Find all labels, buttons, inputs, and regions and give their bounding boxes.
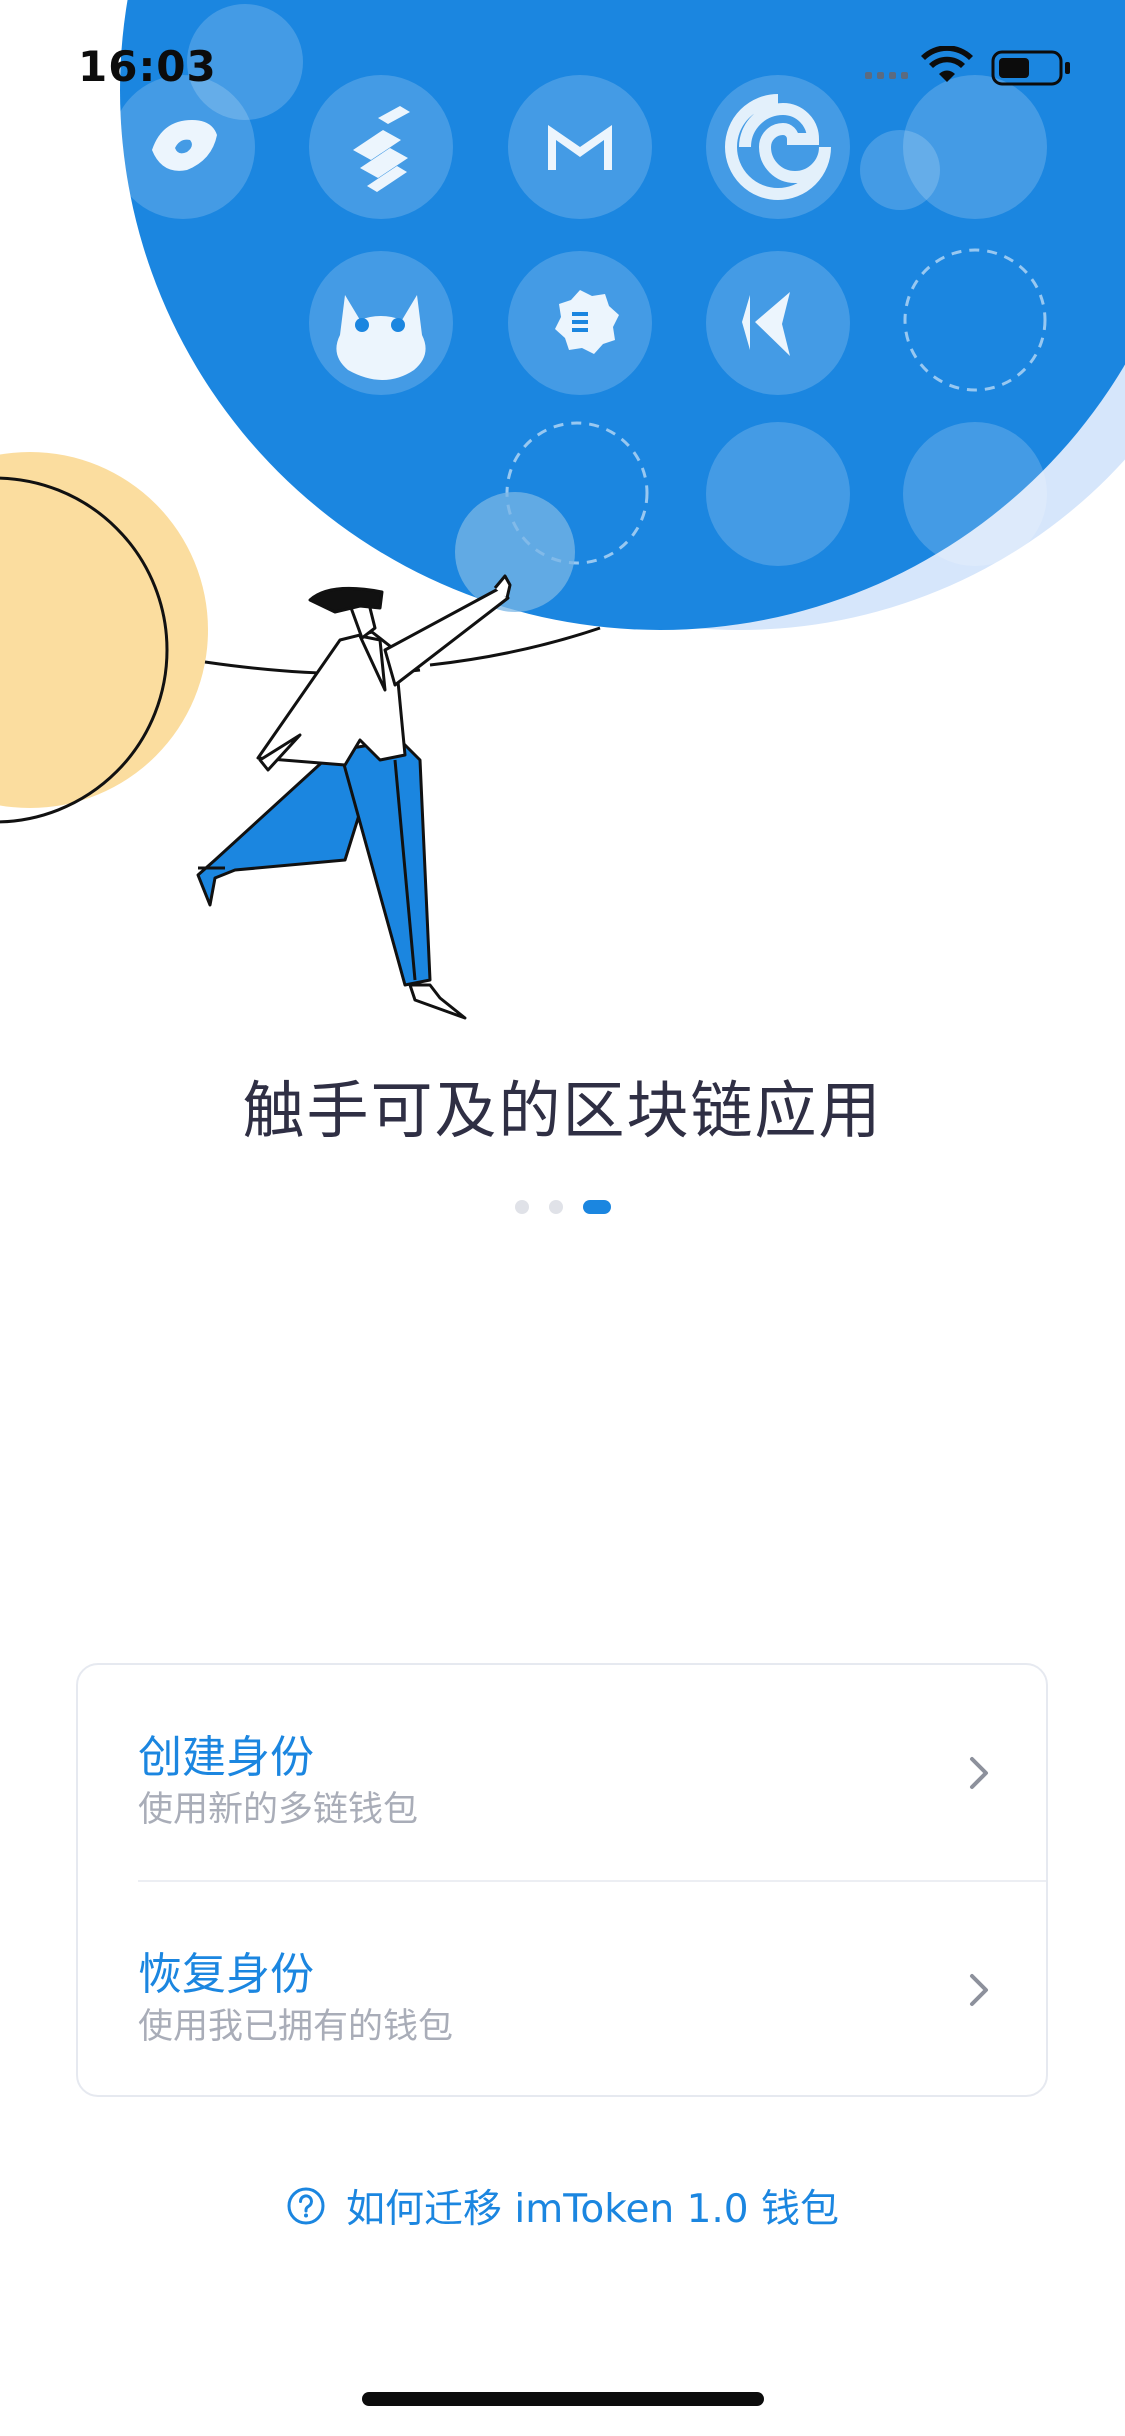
restore-identity-title: 恢复身份 (138, 1949, 314, 2000)
page-dot[interactable] (548, 1200, 563, 1214)
restore-identity-button[interactable]: 恢复身份 使用我已拥有的钱包 (78, 1882, 1046, 2097)
migration-help-label: 如何迁移 imToken 1.0 钱包 (345, 2187, 839, 2232)
identity-options-card: 创建身份 使用新的多链钱包 恢复身份 使用我已拥有的钱包 (76, 1663, 1048, 2097)
create-identity-subtitle: 使用新的多链钱包 (138, 1790, 419, 1830)
migration-help-link[interactable]: 如何迁移 imToken 1.0 钱包 (0, 2178, 1125, 2234)
wifi-icon (921, 46, 973, 82)
create-identity-title: 创建身份 (138, 1732, 314, 1783)
person-figure (196, 574, 512, 1020)
battery-icon (991, 50, 1070, 86)
status-icons (865, 46, 1070, 86)
page-dot-active[interactable] (582, 1200, 611, 1214)
signal-icon (865, 72, 908, 79)
chevron-right-icon (970, 1974, 988, 2006)
home-indicator[interactable] (362, 2392, 764, 2406)
page-indicator[interactable] (0, 1198, 1125, 1216)
restore-identity-subtitle: 使用我已拥有的钱包 (138, 2007, 454, 2047)
onboarding-headline: 触手可及的区块链应用 (242, 1074, 883, 1147)
question-circle-icon (287, 2187, 325, 2225)
page-dot[interactable] (514, 1200, 529, 1214)
app-bubble (903, 422, 1047, 566)
status-time: 16:03 (78, 42, 217, 91)
create-identity-button[interactable]: 创建身份 使用新的多链钱包 (78, 1665, 1046, 1880)
onboarding-illustration (0, 0, 1125, 1020)
chevron-right-icon (970, 1757, 988, 1789)
app-bubble (706, 422, 850, 566)
status-bar: 16:03 (0, 0, 1125, 140)
